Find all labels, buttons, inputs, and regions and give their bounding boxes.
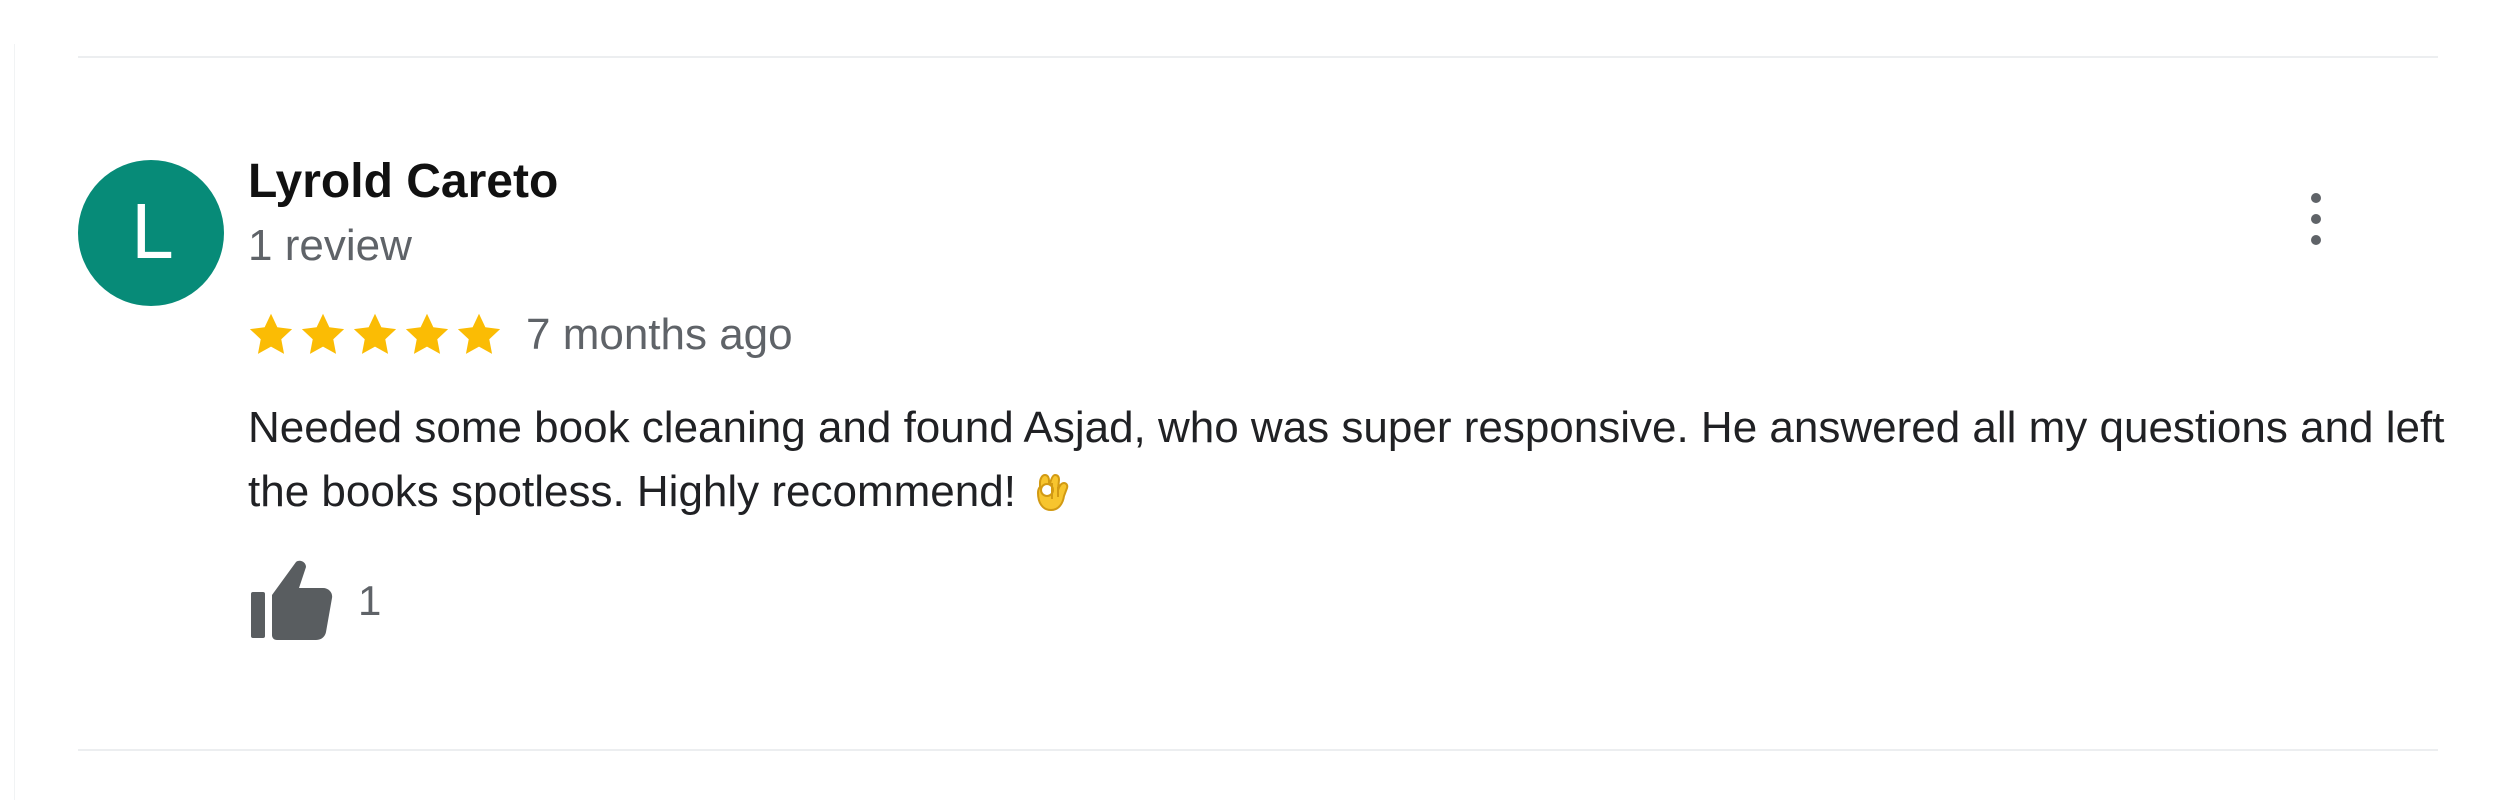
star-icon	[350, 310, 400, 360]
ok-hand-emoji-icon	[1030, 465, 1074, 515]
review-body: Needed some book cleaning and found Asja…	[248, 403, 2445, 516]
avatar[interactable]: L	[78, 160, 224, 306]
star-icon	[246, 310, 296, 360]
page-edge	[14, 44, 15, 800]
star-icon	[298, 310, 348, 360]
star-icon	[402, 310, 452, 360]
like-button[interactable]: 1	[248, 560, 381, 642]
more-vert-icon	[2311, 193, 2321, 245]
top-divider	[78, 56, 2438, 58]
review-text: Needed some book cleaning and found Asja…	[248, 396, 2448, 524]
star-rating	[246, 310, 504, 360]
review-count: 1 review	[248, 221, 412, 270]
more-options-button[interactable]	[2294, 186, 2338, 252]
like-count: 1	[358, 577, 382, 624]
avatar-initial: L	[130, 190, 172, 276]
bottom-divider	[78, 749, 2438, 751]
review-date: 7 months ago	[526, 310, 793, 359]
reviewer-name[interactable]: Lyrold Careto	[248, 155, 558, 209]
rating-row: 7 months ago	[246, 304, 793, 366]
review-page: L Lyrold Careto 1 review 7 months ago Ne…	[0, 0, 2500, 800]
thumb-up-icon	[251, 560, 333, 640]
star-icon	[454, 310, 504, 360]
